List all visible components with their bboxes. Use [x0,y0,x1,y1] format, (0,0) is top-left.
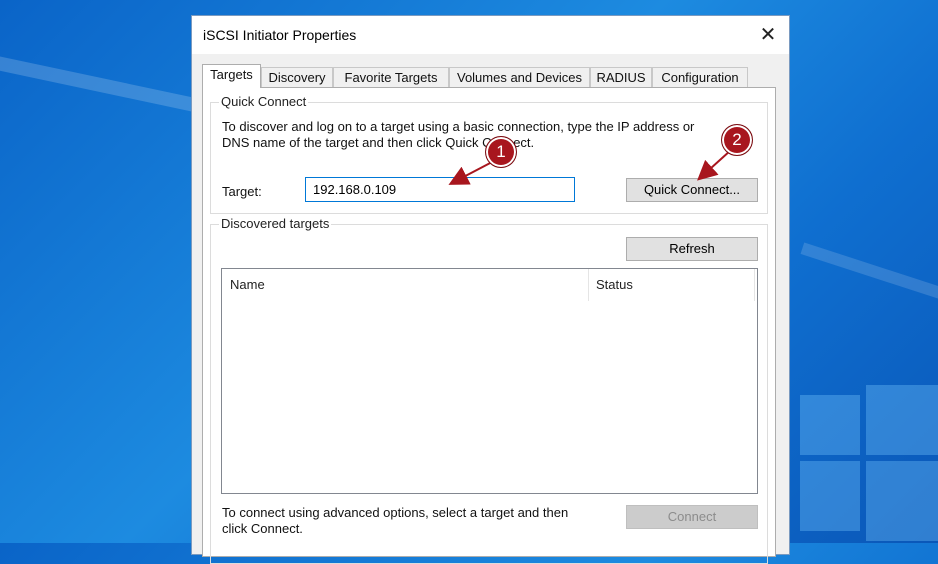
close-icon[interactable]: ✕ [757,24,779,46]
connect-button[interactable]: Connect [626,505,758,529]
title-bar: iSCSI Initiator Properties ✕ [192,16,789,54]
window-title: iSCSI Initiator Properties [203,27,357,43]
target-label: Target: [222,184,262,199]
connect-hint-line2: click Connect. [222,521,303,536]
column-separator [754,269,755,301]
target-input[interactable]: 192.168.0.109 [305,177,575,202]
tab-radius[interactable]: RADIUS [590,67,652,87]
discovered-targets-list[interactable]: Name Status [221,268,758,494]
tab-favorite-targets[interactable]: Favorite Targets [333,67,449,87]
quick-connect-group-label: Quick Connect [219,94,309,109]
connect-hint-line1: To connect using advanced options, selec… [222,505,569,520]
discovered-targets-group: Discovered targets Refresh Name Status T… [210,216,768,564]
tab-targets[interactable]: Targets [202,64,261,88]
tab-discovery[interactable]: Discovery [261,67,333,87]
column-header-name[interactable]: Name [222,269,588,301]
wallpaper-beam [800,242,938,310]
annotation-badge-1: 1 [485,136,517,168]
iscsi-properties-dialog: iSCSI Initiator Properties ✕ Targets Dis… [191,15,790,564]
tab-volumes-and-devices[interactable]: Volumes and Devices [449,67,590,87]
quick-connect-button[interactable]: Quick Connect... [626,178,758,202]
refresh-button[interactable]: Refresh [626,237,758,261]
quick-connect-description-line1: To discover and log on to a target using… [222,119,695,134]
discovered-targets-group-label: Discovered targets [219,216,332,231]
annotation-badge-2: 2 [721,124,753,156]
column-header-status[interactable]: Status [588,269,754,301]
tab-configuration[interactable]: Configuration [652,67,748,87]
windows-wallpaper-logo [800,385,938,545]
